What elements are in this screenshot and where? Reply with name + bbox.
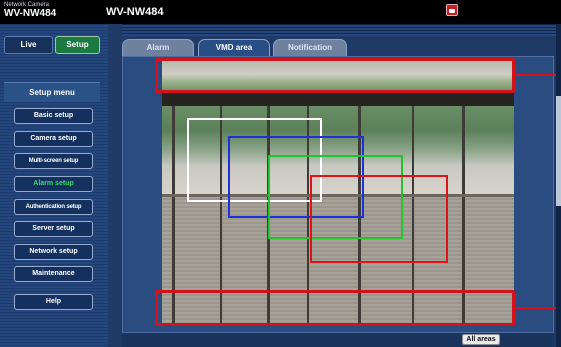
basic-setup-button[interactable]: Basic setup <box>14 108 93 124</box>
multi-screen-setup-button[interactable]: Multi-screen setup <box>14 153 93 169</box>
top-callout-frame <box>155 58 515 93</box>
all-areas-button[interactable]: All areas <box>462 334 500 345</box>
app-header: Network Camera WV-NW484 WV-NW484 <box>0 0 561 24</box>
recording-indicator-icon[interactable] <box>446 4 458 16</box>
bottom-callout-frame <box>155 290 515 326</box>
sidebar: Live Setup Setup menu Basic setup Camera… <box>0 24 108 347</box>
setup-menu-title: Setup menu <box>4 82 100 102</box>
alarm-setup-button[interactable]: Alarm setup <box>14 176 93 192</box>
brand-model: WV-NW484 <box>4 8 57 19</box>
detection-area-4[interactable] <box>310 175 448 263</box>
scrollbar-thumb[interactable] <box>556 96 561 206</box>
tab-vmd-area[interactable]: VMD area <box>198 39 270 56</box>
content-tab-bar: Alarm VMD area Notification <box>122 39 552 56</box>
page-title: WV-NW484 <box>106 6 164 18</box>
server-setup-button[interactable]: Server setup <box>14 221 93 237</box>
content-left-margin <box>108 56 122 347</box>
tab-alarm[interactable]: Alarm <box>122 39 194 56</box>
authentication-setup-button[interactable]: Authentication setup <box>14 199 93 215</box>
tab-live[interactable]: Live <box>4 36 53 54</box>
network-setup-button[interactable]: Network setup <box>14 244 93 260</box>
tab-notification[interactable]: Notification <box>273 39 347 56</box>
mode-tabs: Live Setup <box>4 36 100 54</box>
camera-beam-region <box>162 92 514 106</box>
camera-setup-button[interactable]: Camera setup <box>14 131 93 147</box>
tab-setup[interactable]: Setup <box>55 36 100 54</box>
top-callout-line <box>515 74 556 76</box>
help-button[interactable]: Help <box>14 294 93 310</box>
maintenance-button[interactable]: Maintenance <box>14 266 93 282</box>
header-stripes <box>122 24 561 36</box>
bottom-callout-line <box>515 307 556 309</box>
